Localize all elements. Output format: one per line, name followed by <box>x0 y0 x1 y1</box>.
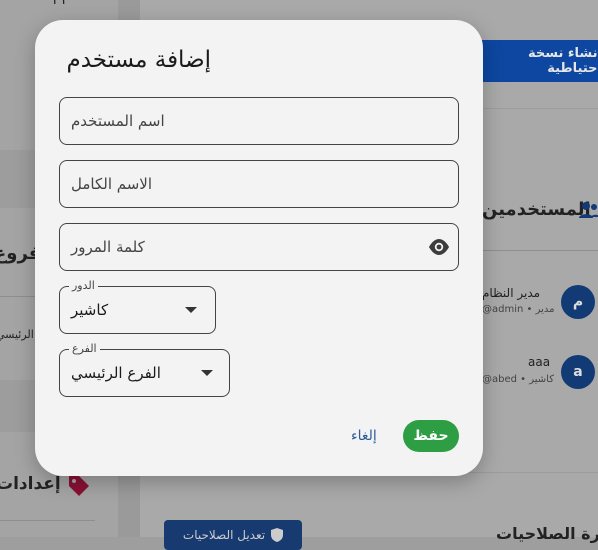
divider <box>0 520 95 521</box>
users-section-title: المستخدمين <box>482 199 591 220</box>
user-meta: كاشير • abed@ <box>482 374 554 385</box>
add-user-dialog: إضافة مستخدم اسم المستخدم الاسم الكامل ك… <box>35 20 483 476</box>
branch-value: الفرع الرئيسي <box>71 364 161 382</box>
tag-icon <box>69 476 89 496</box>
user-name: aaa <box>528 355 551 369</box>
backup-button-label: إنشاء نسخة احتياطية <box>528 46 598 76</box>
fullname-placeholder: الاسم الكامل <box>71 175 153 193</box>
backup-button[interactable]: إنشاء نسخة احتياطية <box>468 40 598 82</box>
username-placeholder: اسم المستخدم <box>71 112 165 130</box>
edit-permissions-button[interactable]: تعديل الصلاحيات <box>164 520 302 550</box>
role-value: كاشير <box>71 301 109 319</box>
divider <box>482 250 598 251</box>
save-button[interactable]: حفظ <box>403 420 459 452</box>
avatar: م <box>561 285 595 319</box>
username-field[interactable]: اسم المستخدم <box>59 97 459 145</box>
cancel-button[interactable]: إلغاء <box>351 428 377 444</box>
chevron-down-icon <box>201 370 213 376</box>
role-label: الدور <box>69 279 98 292</box>
user-name: مدير النظام <box>482 286 541 300</box>
branch-label: الفرع <box>69 342 100 355</box>
show-password-icon[interactable] <box>427 238 451 256</box>
role-select[interactable]: الدور كاشير <box>59 279 216 334</box>
shield-icon <box>271 528 284 542</box>
chevron-down-icon <box>185 307 197 313</box>
user-meta: مدير • admin@ <box>482 304 555 315</box>
password-field[interactable]: كلمة المرور <box>59 223 459 271</box>
people-icon <box>579 202 598 218</box>
dialog-title: إضافة مستخدم <box>66 47 211 73</box>
fullname-field[interactable]: الاسم الكامل <box>59 160 459 208</box>
password-placeholder: كلمة المرور <box>71 238 145 256</box>
branch-select[interactable]: الفرع الفرع الرئيسي <box>59 342 230 397</box>
avatar: a <box>561 355 595 389</box>
settings-title: إعدادات <box>0 474 61 494</box>
permissions-title: إدارة الصلاحيات <box>496 524 598 543</box>
edit-permissions-label: تعديل الصلاحيات <box>182 528 266 542</box>
corner-number: ٣١ <box>52 0 68 8</box>
